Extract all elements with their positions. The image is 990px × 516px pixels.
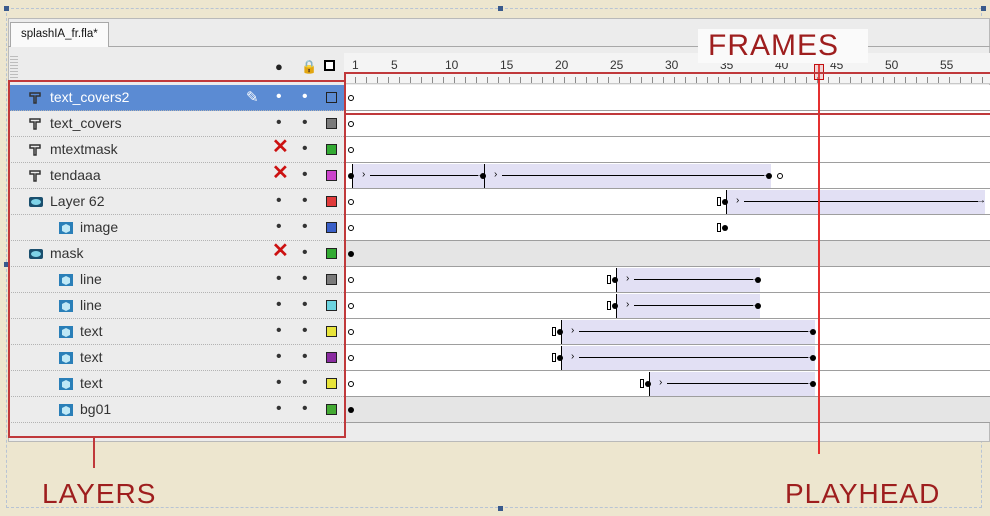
document-tab-label: splashIA_fr.fla* bbox=[21, 28, 98, 40]
keyframe[interactable] bbox=[348, 173, 354, 179]
playhead-line[interactable] bbox=[818, 64, 820, 454]
keyframe[interactable] bbox=[766, 173, 772, 179]
ruler-number: 10 bbox=[445, 58, 459, 72]
tween-arrow-icon: › bbox=[736, 195, 740, 206]
keyframe[interactable] bbox=[348, 407, 354, 413]
keyframe[interactable] bbox=[722, 225, 728, 231]
motion-tween[interactable] bbox=[561, 320, 815, 344]
frame-row[interactable]: ›→ bbox=[344, 345, 990, 371]
eye-icon[interactable]: ● bbox=[275, 59, 283, 75]
frame-row[interactable] bbox=[344, 241, 990, 267]
frame-row[interactable]: ›→ bbox=[344, 189, 990, 215]
motion-tween[interactable] bbox=[649, 372, 815, 396]
playhead-annotation: PLAYHEAD bbox=[785, 478, 941, 509]
end-frame-marker[interactable] bbox=[607, 301, 611, 310]
tween-arrow-icon: › bbox=[626, 273, 630, 284]
motion-tween[interactable] bbox=[352, 164, 485, 188]
frame-row[interactable]: ›→ bbox=[344, 293, 990, 319]
layers-callout-line bbox=[93, 438, 95, 468]
end-frame-marker[interactable] bbox=[717, 197, 721, 206]
keyframe[interactable] bbox=[348, 199, 354, 205]
keyframe[interactable] bbox=[348, 121, 354, 127]
layers-highlight bbox=[8, 80, 346, 438]
frame-row[interactable]: ›→ bbox=[344, 267, 990, 293]
motion-tween[interactable] bbox=[561, 346, 815, 370]
tween-arrow-icon: › bbox=[659, 377, 663, 388]
tween-arrow-line bbox=[579, 331, 808, 332]
keyframe[interactable] bbox=[755, 303, 761, 309]
keyframe[interactable] bbox=[810, 329, 816, 335]
ruler-number: 5 bbox=[391, 58, 398, 72]
ruler-number: 30 bbox=[665, 58, 679, 72]
resize-handle[interactable] bbox=[498, 506, 503, 511]
tween-arrow-icon: › bbox=[571, 325, 575, 336]
keyframe[interactable] bbox=[348, 251, 354, 257]
end-frame-marker[interactable] bbox=[640, 379, 644, 388]
frames-highlight bbox=[344, 72, 990, 115]
frame-row[interactable] bbox=[344, 215, 990, 241]
tween-arrow-line bbox=[667, 383, 808, 384]
tween-arrow-icon: › bbox=[494, 169, 498, 180]
keyframe[interactable] bbox=[557, 355, 563, 361]
ruler-number: 50 bbox=[885, 58, 899, 72]
keyframe[interactable] bbox=[810, 381, 816, 387]
keyframe[interactable] bbox=[612, 277, 618, 283]
resize-handle[interactable] bbox=[981, 6, 986, 11]
motion-tween[interactable] bbox=[616, 268, 760, 292]
tween-arrow-icon: → bbox=[976, 195, 986, 206]
ruler-number: 25 bbox=[610, 58, 624, 72]
tween-arrow-line bbox=[634, 279, 753, 280]
tween-arrow-line bbox=[579, 357, 808, 358]
tween-arrow-icon: › bbox=[571, 351, 575, 362]
end-frame-marker[interactable] bbox=[552, 327, 556, 336]
keyframe[interactable] bbox=[348, 355, 354, 361]
tween-arrow-line bbox=[744, 201, 978, 202]
keyframe[interactable] bbox=[810, 355, 816, 361]
keyframe[interactable] bbox=[348, 277, 354, 283]
motion-tween[interactable] bbox=[484, 164, 771, 188]
keyframe[interactable] bbox=[612, 303, 618, 309]
end-frame-marker[interactable] bbox=[607, 275, 611, 284]
keyframe[interactable] bbox=[645, 381, 651, 387]
document-tab[interactable]: splashIA_fr.fla* bbox=[10, 22, 109, 47]
keyframe[interactable] bbox=[348, 303, 354, 309]
layers-annotation: LAYERS bbox=[42, 478, 157, 509]
frame-row[interactable] bbox=[344, 397, 990, 423]
keyframe[interactable] bbox=[557, 329, 563, 335]
end-frame-marker[interactable] bbox=[717, 223, 721, 232]
motion-tween[interactable] bbox=[616, 294, 760, 318]
frame-row[interactable] bbox=[344, 137, 990, 163]
panel-grip[interactable] bbox=[10, 56, 18, 80]
tween-arrow-line bbox=[370, 175, 478, 176]
frame-row[interactable]: ›→ bbox=[344, 371, 990, 397]
end-frame-marker[interactable] bbox=[552, 353, 556, 362]
lock-icon[interactable]: 🔒 bbox=[301, 59, 317, 75]
frames-grid[interactable]: ›→›→›→›→›→›→›→›→ bbox=[344, 85, 990, 441]
tween-arrow-icon: › bbox=[626, 299, 630, 310]
ruler-number: 55 bbox=[940, 58, 954, 72]
keyframe[interactable] bbox=[480, 173, 486, 179]
tween-arrow-line bbox=[634, 305, 753, 306]
resize-handle[interactable] bbox=[4, 6, 9, 11]
keyframe[interactable] bbox=[722, 199, 728, 205]
frame-row[interactable]: ›→ bbox=[344, 319, 990, 345]
resize-handle[interactable] bbox=[498, 6, 503, 11]
keyframe[interactable] bbox=[348, 381, 354, 387]
keyframe[interactable] bbox=[348, 147, 354, 153]
frame-row[interactable]: ›→›→ bbox=[344, 163, 990, 189]
ruler-number: 15 bbox=[500, 58, 514, 72]
tween-arrow-line bbox=[502, 175, 764, 176]
frames-annotation: FRAMES bbox=[698, 29, 868, 63]
ruler-number: 1 bbox=[352, 58, 359, 72]
keyframe[interactable] bbox=[348, 329, 354, 335]
ruler-number: 20 bbox=[555, 58, 569, 72]
keyframe[interactable] bbox=[777, 173, 783, 179]
keyframe[interactable] bbox=[348, 225, 354, 231]
motion-tween[interactable] bbox=[726, 190, 985, 214]
outline-icon[interactable] bbox=[324, 60, 335, 71]
tween-arrow-icon: › bbox=[362, 169, 366, 180]
keyframe[interactable] bbox=[755, 277, 761, 283]
